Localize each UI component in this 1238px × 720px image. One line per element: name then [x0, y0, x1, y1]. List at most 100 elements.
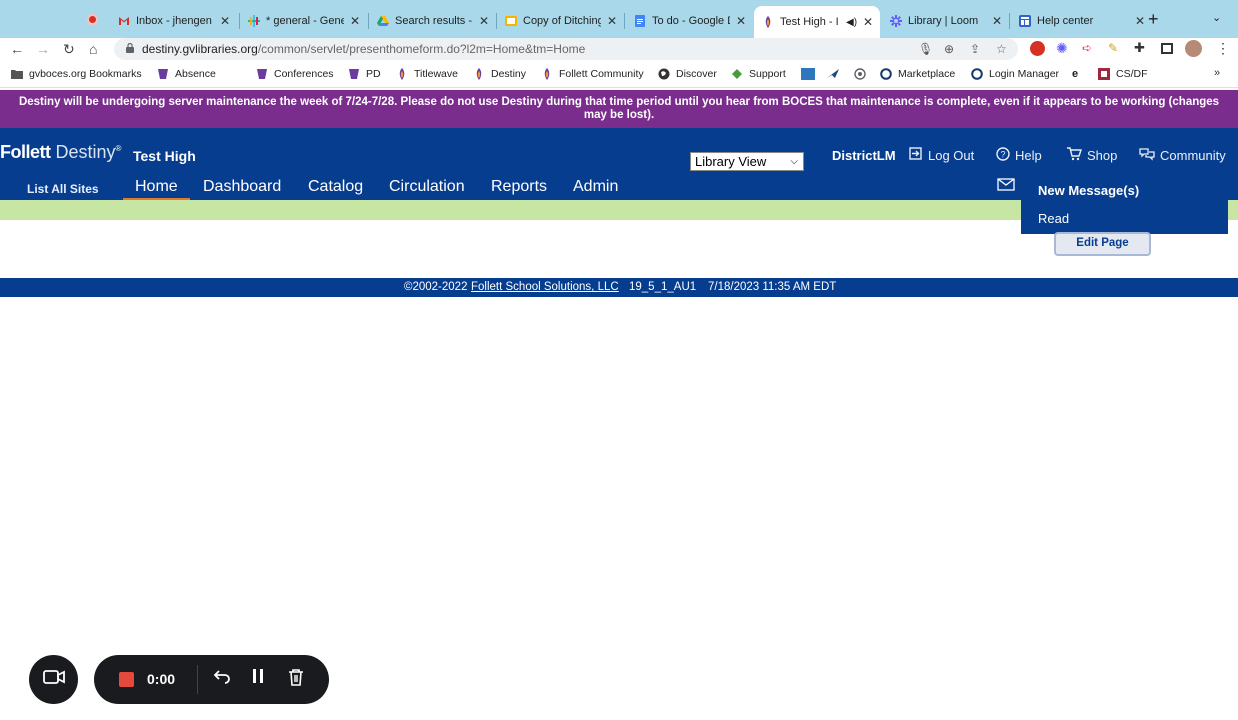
- follett-destiny-logo[interactable]: Follett Destiny®: [0, 142, 121, 163]
- back-arrow-icon[interactable]: ←: [10, 41, 24, 57]
- bookmark-absence[interactable]: Absence: [157, 68, 216, 80]
- circle-logo-icon: [854, 68, 866, 80]
- bookmark-bird[interactable]: [827, 68, 845, 80]
- close-icon[interactable]: ✕: [736, 14, 746, 28]
- tab-title: * general - Gene: [266, 15, 344, 27]
- bookmark-e[interactable]: e: [1072, 68, 1090, 80]
- close-icon[interactable]: ✕: [1135, 14, 1145, 28]
- tab-home[interactable]: Home: [123, 178, 190, 201]
- bookmark-csdf[interactable]: CS/DF: [1098, 68, 1148, 80]
- recording-timer: 0:00: [147, 671, 176, 687]
- help-center-icon: [1019, 15, 1031, 27]
- new-messages-item[interactable]: New Message(s): [1038, 183, 1139, 198]
- amex-icon: [801, 68, 815, 80]
- timestamp-text: 7/18/2023 11:35 AM EDT: [708, 281, 837, 293]
- bookmark-circle-logo[interactable]: [854, 68, 872, 80]
- pause-icon[interactable]: [251, 668, 265, 689]
- tab-separator: [239, 13, 240, 29]
- address-bar[interactable]: destiny.gvlibraries.org/common/servlet/p…: [114, 38, 1018, 60]
- close-icon[interactable]: ✕: [992, 14, 1002, 28]
- undo-icon[interactable]: [213, 668, 231, 689]
- browser-menu-icon[interactable]: ⋮: [1216, 40, 1230, 57]
- home-icon[interactable]: ⌂: [89, 41, 97, 57]
- tab-reports[interactable]: Reports: [491, 178, 547, 196]
- tab-admin[interactable]: Admin: [573, 178, 618, 196]
- tab-separator: [624, 13, 625, 29]
- tab-destiny[interactable]: Test High - I ◀) ✕: [754, 6, 880, 38]
- tab-gmail[interactable]: Inbox - jhengen ✕: [118, 8, 230, 34]
- tab-slides[interactable]: Copy of Ditching ✕: [505, 8, 617, 34]
- tab-dashboard[interactable]: Dashboard: [203, 178, 281, 196]
- adblock-icon[interactable]: [1030, 41, 1045, 56]
- reload-icon[interactable]: ↻: [63, 41, 75, 58]
- forward-arrow-icon[interactable]: →: [36, 41, 50, 57]
- bookmark-discover[interactable]: Discover: [658, 68, 717, 80]
- loom-icon: [890, 15, 902, 27]
- extension-arrow-icon[interactable]: ➪: [1082, 41, 1092, 55]
- bookmark-support[interactable]: Support: [731, 68, 786, 80]
- close-icon[interactable]: ✕: [479, 14, 489, 28]
- bookmark-marketplace[interactable]: Marketplace: [880, 68, 955, 80]
- url-text[interactable]: destiny.gvlibraries.org/common/servlet/p…: [142, 42, 585, 56]
- tab-title: Library | Loom: [908, 15, 979, 27]
- library-view-select[interactable]: Library View ⌵: [690, 152, 804, 171]
- site-name: Test High: [133, 148, 196, 164]
- maintenance-banner: Destiny will be undergoing server mainte…: [0, 90, 1238, 128]
- community-link[interactable]: Community: [1139, 147, 1226, 164]
- tab-slack[interactable]: * general - Gene ✕: [248, 8, 360, 34]
- camera-toggle-button[interactable]: [29, 655, 78, 704]
- read-messages-item[interactable]: Read: [1038, 211, 1069, 226]
- ring-icon: [971, 68, 983, 80]
- trash-icon[interactable]: [288, 668, 304, 691]
- stop-recording-button[interactable]: [119, 672, 134, 687]
- tab-help-center[interactable]: Help center ✕: [1019, 8, 1145, 34]
- bookmark-star-icon[interactable]: ☆: [996, 42, 1007, 56]
- browser-tab-strip: Inbox - jhengen ✕ * general - Gene ✕ Sea…: [0, 0, 1238, 38]
- company-link[interactable]: Follett School Solutions, LLC: [471, 278, 619, 297]
- bookmark-conferences[interactable]: Conferences: [256, 68, 334, 80]
- more-bookmarks-chevron-icon[interactable]: »: [1214, 67, 1220, 79]
- bookmark-destiny[interactable]: Destiny: [473, 68, 526, 80]
- help-link[interactable]: ? Help: [996, 147, 1042, 164]
- loom-extension-icon[interactable]: ✺: [1056, 40, 1068, 57]
- close-icon[interactable]: ✕: [863, 15, 873, 29]
- bookmark-folder[interactable]: gvboces.org Bookmarks: [11, 68, 142, 80]
- microphone-icon[interactable]: 🎙: [918, 42, 933, 56]
- zoom-icon[interactable]: ⊕: [944, 42, 954, 56]
- slides-icon: [505, 15, 517, 27]
- share-icon[interactable]: ⇪: [970, 42, 980, 56]
- tab-catalog[interactable]: Catalog: [308, 178, 363, 196]
- frontline-icon: [256, 68, 268, 80]
- bookmark-amex[interactable]: [801, 68, 821, 80]
- extensions-puzzle-icon[interactable]: ✚: [1134, 40, 1145, 56]
- tab-loom[interactable]: Library | Loom ✕: [890, 8, 1002, 34]
- recorder-controls: 0:00: [94, 655, 329, 704]
- close-icon[interactable]: ✕: [607, 14, 617, 28]
- extension-pencil-icon[interactable]: ✎: [1108, 41, 1118, 55]
- e-icon: e: [1072, 68, 1079, 80]
- version-text: 19_5_1_AU1: [629, 281, 697, 293]
- close-icon[interactable]: ✕: [350, 14, 360, 28]
- profile-avatar[interactable]: [1185, 40, 1202, 57]
- tab-search-chevron-icon[interactable]: ⌄: [1212, 11, 1221, 24]
- close-icon[interactable]: ✕: [220, 14, 230, 28]
- tab-title: Copy of Ditching: [523, 15, 601, 27]
- new-tab-plus-icon[interactable]: +: [1148, 9, 1159, 30]
- tab-circulation[interactable]: Circulation: [389, 178, 465, 196]
- mail-icon[interactable]: [997, 178, 1015, 194]
- tab-docs[interactable]: To do - Google D ✕: [634, 8, 746, 34]
- tab-drive[interactable]: Search results - ✕: [377, 8, 489, 34]
- bookmark-login-manager[interactable]: Login Manager: [971, 68, 1059, 80]
- logout-link[interactable]: Log Out: [909, 147, 974, 163]
- side-panel-icon[interactable]: [1161, 43, 1173, 54]
- frontline-icon: [348, 68, 360, 80]
- bookmark-pd[interactable]: PD: [348, 68, 381, 80]
- bookmark-titlewave[interactable]: Titlewave: [396, 68, 458, 80]
- edit-page-button[interactable]: Edit Page: [1054, 232, 1151, 256]
- browser-toolbar: ← → ↻ ⌂ destiny.gvlibraries.org/common/s…: [0, 38, 1238, 62]
- tab-title: Inbox - jhengen: [136, 15, 212, 27]
- shop-link[interactable]: Shop: [1066, 147, 1117, 164]
- bookmark-follett-community[interactable]: Follett Community: [541, 68, 644, 80]
- list-all-sites-link[interactable]: List All Sites: [27, 182, 99, 196]
- speaker-icon[interactable]: ◀): [846, 17, 857, 28]
